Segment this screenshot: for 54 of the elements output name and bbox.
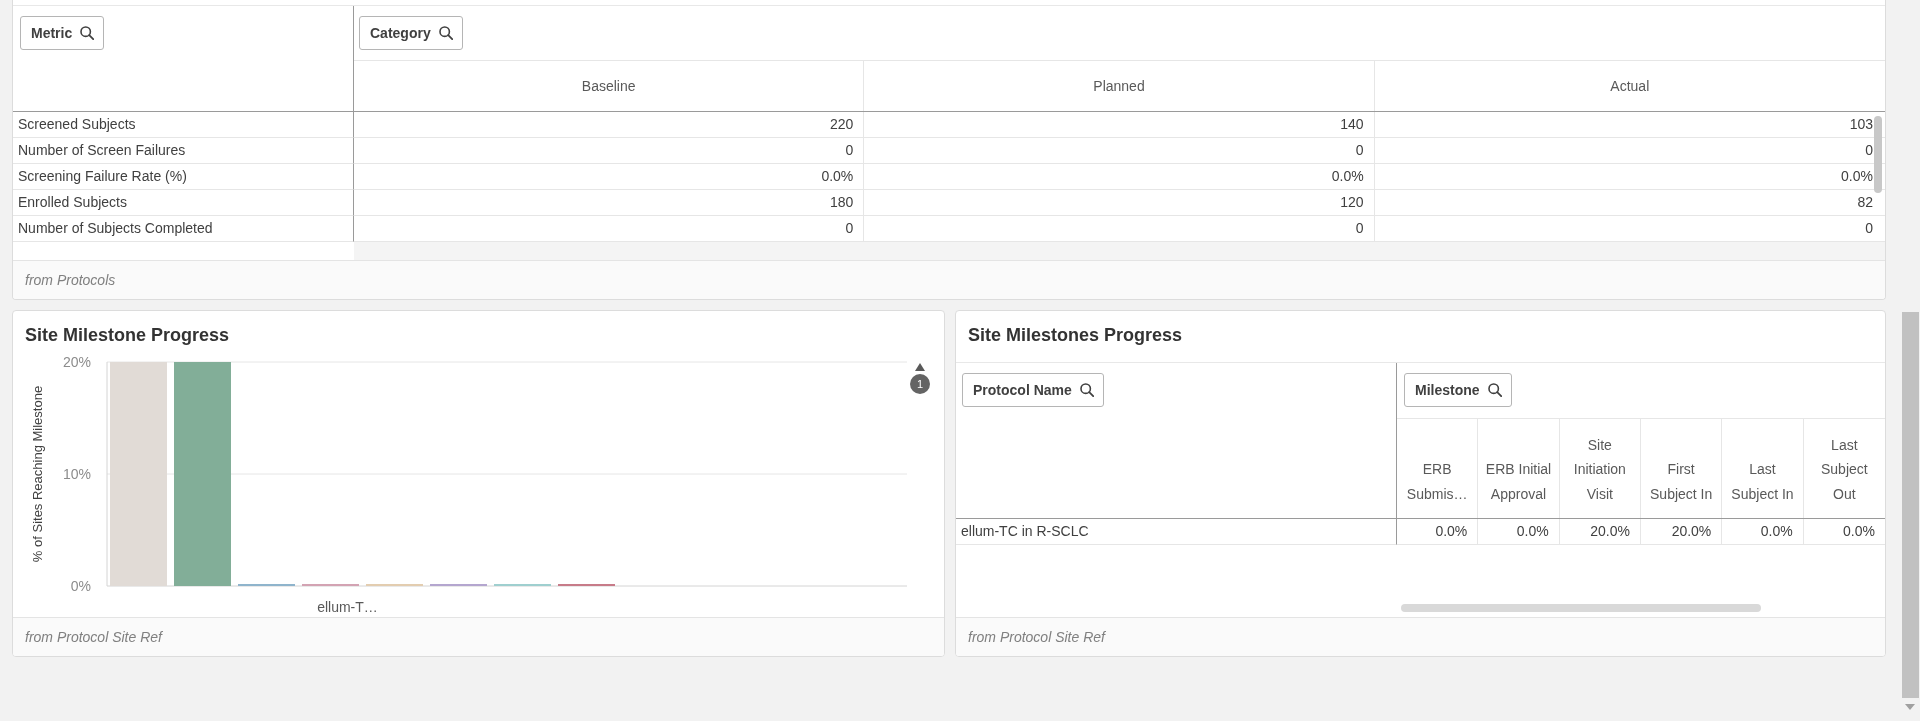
table-cell: 0.0% (1803, 519, 1885, 545)
filter-button[interactable]: Metric (20, 16, 105, 50)
filter-button[interactable]: Category (359, 16, 463, 50)
axis-label: ellum-T… (317, 599, 378, 615)
table-cell: 0.0% (354, 164, 865, 190)
source-note: from Protocol Site Ref (968, 629, 1105, 645)
column-header: First Subject In (1641, 419, 1723, 518)
axis-tick-label: 0% (70, 578, 91, 594)
table-cell: 180 (354, 190, 865, 216)
table-cell: 20.0% (1559, 519, 1641, 545)
table-cell: 82 (1374, 190, 1885, 216)
table-cell: 0.0% (1397, 519, 1479, 545)
table-cell: 220 (354, 112, 865, 138)
table-cell: Number of Subjects Completed (13, 216, 354, 242)
column-header: Last Subject In (1722, 419, 1804, 518)
source-note: from Protocol Site Ref (25, 629, 162, 645)
table-cell: 0.0% (1478, 519, 1560, 545)
table-cell: 140 (864, 112, 1375, 138)
search-icon (1487, 383, 1502, 397)
axis-tick-label: 10% (62, 466, 91, 482)
column-header: ERB Initial Approval (1478, 419, 1560, 518)
table-cell: 0.0% (1722, 519, 1804, 545)
table-cell: ellum-TC in R-SCLC (956, 519, 1397, 545)
table-cell: Screened Subjects (13, 112, 354, 138)
column-header: Last Subject Out (1819, 435, 1869, 504)
table-cell: 0 (864, 138, 1375, 164)
search-icon (1079, 383, 1094, 397)
caret-up-icon (915, 363, 925, 371)
column-header: ERB Submis… (1397, 419, 1479, 518)
table-cell: 0.0% (864, 164, 1375, 190)
table-cell: 20.0% (1641, 519, 1723, 545)
scrollbar-thumb[interactable] (1874, 116, 1882, 193)
count-badge: 1 (910, 374, 930, 394)
scrollbar-thumb[interactable] (1401, 604, 1761, 612)
filter-button[interactable]: Milestone (1404, 373, 1512, 407)
panel-title: Site Milestones Progress (968, 324, 1184, 346)
axis-tick-label: 20% (62, 354, 91, 370)
panel-title: Site Milestone Progress (25, 324, 231, 346)
column-header: Baseline (354, 61, 865, 111)
table-cell: Number of Screen Failures (13, 138, 354, 164)
search-icon (80, 26, 95, 40)
axis-title: % of Sites Reaching Milestone (30, 385, 45, 563)
table-cell: 0 (354, 138, 865, 164)
table-cell: 120 (864, 190, 1375, 216)
table-cell: Screening Failure Rate (%) (13, 164, 354, 190)
caret-down-icon[interactable] (1905, 704, 1915, 710)
column-header: Planned (864, 61, 1375, 111)
filter-button[interactable]: Protocol Name (962, 373, 1104, 407)
table-cell: Enrolled Subjects (13, 190, 354, 216)
search-icon (438, 26, 453, 40)
scrollbar-thumb[interactable] (1901, 312, 1919, 698)
column-header: Actual (1609, 77, 1651, 96)
column-header: Site Initiation Visit (1559, 419, 1641, 518)
source-note: from Protocols (25, 272, 116, 288)
